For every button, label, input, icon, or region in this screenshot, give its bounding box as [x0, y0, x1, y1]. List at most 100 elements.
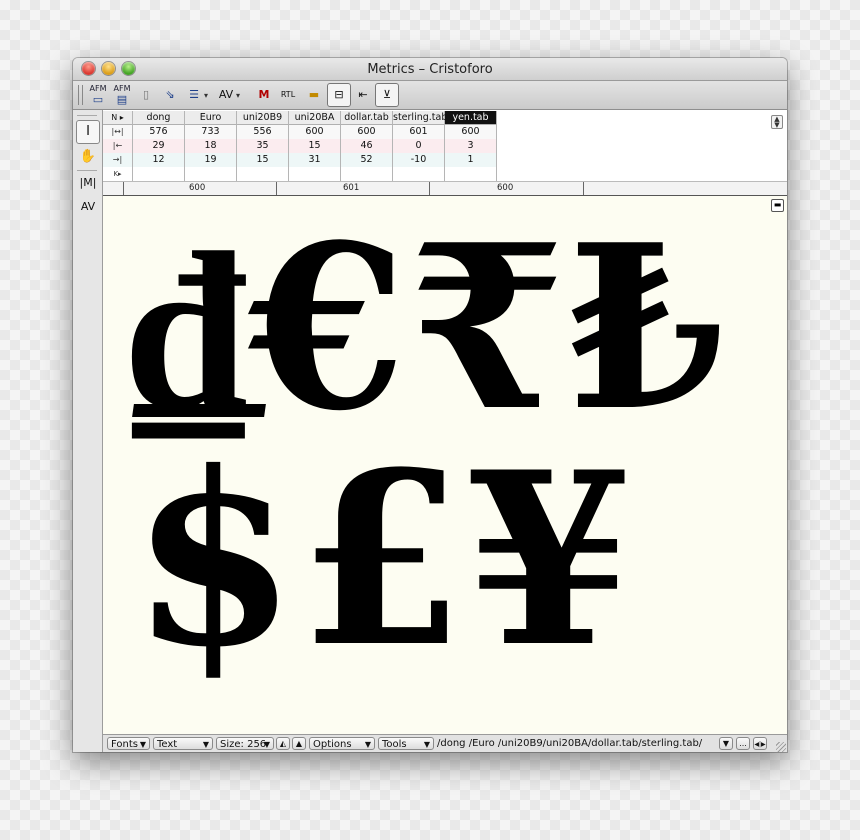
rtl-icon: RTL: [280, 90, 296, 99]
resize-grip[interactable]: [776, 742, 786, 752]
filled-view-button[interactable]: ▲: [292, 737, 306, 750]
metric-cell[interactable]: 576: [133, 125, 185, 139]
metric-cell[interactable]: 46: [341, 139, 393, 153]
left-tool-palette: I ✋ |M| AV: [73, 110, 103, 752]
text-tool[interactable]: I: [76, 120, 100, 144]
glyph-list-menu-button[interactable]: ▼: [719, 737, 733, 750]
window-title: Metrics – Cristoforo: [367, 62, 493, 77]
metric-cell[interactable]: 12: [133, 153, 185, 167]
metric-cell[interactable]: 35: [237, 139, 289, 153]
kern-cell[interactable]: [445, 167, 497, 181]
metric-cell[interactable]: 733: [185, 125, 237, 139]
left-sidebearing-icon: |←: [103, 139, 133, 153]
metric-cell[interactable]: -10: [393, 153, 445, 167]
metric-cell[interactable]: 15: [237, 153, 289, 167]
metric-cell[interactable]: 1: [445, 153, 497, 167]
hand-tool[interactable]: ✋: [77, 146, 99, 168]
column-header-active[interactable]: yen.tab: [445, 111, 497, 125]
ruler-tick: [429, 182, 430, 195]
palette-separator: [77, 170, 97, 171]
baseline-button[interactable]: ▬: [303, 84, 325, 106]
ruler-tick: [276, 182, 277, 195]
dropdown-mode-button[interactable]: ⊻: [375, 83, 399, 107]
metric-cell[interactable]: 0: [393, 139, 445, 153]
kern-cell[interactable]: [185, 167, 237, 181]
canvas-options-button[interactable]: ▬: [771, 199, 784, 212]
toolbar: AFM ▭ AFM ▤ ▯ ⇘ ☰ ▾ AV ▾ M RTL ▬ ⊟ ⇤ ⊻: [73, 81, 787, 110]
table-scroll-button[interactable]: ▲ ▼: [771, 115, 783, 129]
right-sidebearing-icon: →|: [103, 153, 133, 167]
direction-button[interactable]: ◀|▶: [753, 737, 767, 750]
ruler-tick: [583, 182, 584, 195]
kern-cell[interactable]: [133, 167, 185, 181]
more-button[interactable]: ...: [736, 737, 750, 750]
save-afm-icon: ▤: [116, 93, 128, 106]
kern-cell[interactable]: [393, 167, 445, 181]
glyph-line-2[interactable]: $£¥: [131, 442, 634, 680]
status-bar: Fonts ▼ Text ▼ Size: 256 ▼ ◭ ▲ Options ▼ Too…: [103, 734, 787, 752]
column-header[interactable]: uni20BA: [289, 111, 341, 125]
metric-cell[interactable]: 600: [289, 125, 341, 139]
ruler-label: 600: [189, 183, 206, 193]
glyph-list-field[interactable]: /dong /Euro /uni20B9/uni20BA/dollar.tab/…: [437, 737, 711, 751]
column-header[interactable]: Euro: [185, 111, 237, 125]
outline-view-button[interactable]: ◭: [276, 737, 290, 750]
sidebearing-tool[interactable]: |M|: [77, 172, 99, 194]
metric-cell[interactable]: 556: [237, 125, 289, 139]
sidebearing-button[interactable]: ⇤: [352, 84, 374, 106]
metric-cell[interactable]: 15: [289, 139, 341, 153]
left-sidebearing-row: |← 29 18 35 15 46 0 3: [103, 139, 497, 153]
open-afm-button[interactable]: AFM ▭: [87, 84, 109, 106]
dong-underbar: [132, 404, 266, 417]
dropdown-arrow-icon: ▾: [235, 91, 240, 100]
kern-cell[interactable]: [289, 167, 341, 181]
glyph-canvas[interactable]: ▬ ₫€₹₺ $£¥: [103, 196, 787, 734]
open-afm-icon: ▭: [92, 93, 104, 106]
metric-cell[interactable]: 18: [185, 139, 237, 153]
size-popup[interactable]: Size: 256 ▼: [216, 737, 274, 750]
metric-cell[interactable]: 52: [341, 153, 393, 167]
dropdown-icon: ⊻: [382, 88, 392, 101]
chevron-down-icon: ▼: [722, 739, 730, 748]
mountain-filled-icon: ▲: [295, 739, 303, 748]
rtl-button[interactable]: RTL: [277, 84, 299, 106]
chevron-down-icon: ▼: [364, 740, 371, 749]
fonts-popup[interactable]: Fonts ▼: [107, 737, 150, 750]
title-bar[interactable]: Metrics – Cristoforo: [73, 58, 787, 81]
metrics-header-row: N ▸ dong Euro uni20B9 uni20BA dollar.tab…: [103, 111, 527, 125]
metric-cell[interactable]: 600: [341, 125, 393, 139]
column-header[interactable]: sterling.tab: [393, 111, 447, 125]
width-ruler: 600 601 600: [103, 181, 787, 196]
clipboard-button[interactable]: ▯: [135, 84, 157, 106]
text-cursor-icon: I: [86, 124, 90, 139]
metric-cell[interactable]: 29: [133, 139, 185, 153]
tools-popup[interactable]: Tools ▼: [378, 737, 434, 750]
import-button[interactable]: ⇘: [159, 84, 181, 106]
metric-cell[interactable]: 601: [393, 125, 445, 139]
kern-cell[interactable]: [341, 167, 393, 181]
column-header[interactable]: uni20B9: [237, 111, 289, 125]
column-header[interactable]: dong: [133, 111, 185, 125]
text-popup[interactable]: Text ▼: [153, 737, 213, 750]
kern-cell[interactable]: [237, 167, 289, 181]
toolbar-grip[interactable]: [78, 85, 83, 105]
options-popup[interactable]: Options ▼: [309, 737, 375, 750]
metric-cell[interactable]: 3: [445, 139, 497, 153]
window-mode-button[interactable]: ⊟: [327, 83, 351, 107]
sidebearing-tool-icon: |M|: [79, 176, 97, 189]
metric-cell[interactable]: 600: [445, 125, 497, 139]
glyph-name-header[interactable]: N ▸: [103, 111, 133, 125]
metrics-button[interactable]: M: [253, 84, 275, 106]
column-header[interactable]: dollar.tab: [341, 111, 393, 125]
kern-tool-icon: AV: [80, 200, 96, 213]
chevron-down-icon: ▼: [423, 740, 430, 749]
metric-cell[interactable]: 19: [185, 153, 237, 167]
sidebearing-icon: ⇤: [358, 88, 368, 101]
chevron-down-icon: ▼: [139, 740, 146, 749]
kerning-dropdown[interactable]: ▾: [233, 84, 243, 106]
kern-tool[interactable]: AV: [77, 196, 99, 218]
ellipsis-icon: ...: [739, 739, 747, 748]
save-afm-button[interactable]: AFM ▤: [111, 84, 133, 106]
list-dropdown[interactable]: ▾: [201, 84, 211, 106]
metric-cell[interactable]: 31: [289, 153, 341, 167]
